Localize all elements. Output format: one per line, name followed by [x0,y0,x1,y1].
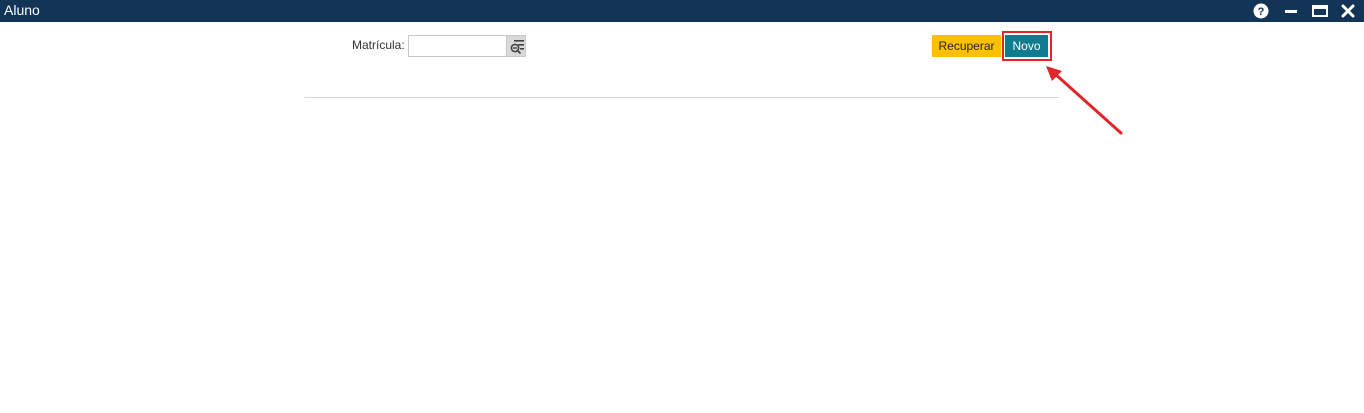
search-list-icon [510,40,524,54]
title-bar: Aluno ? [0,0,1364,22]
help-icon-glyph: ? [1258,6,1265,18]
window-title: Aluno [4,2,40,18]
novo-button[interactable]: Novo [1005,35,1048,57]
section-divider [305,97,1059,98]
aluno-window: Aluno ? Matrícula: Recuperar Novo [0,0,1364,413]
lookup-button[interactable] [506,35,526,57]
maximize-icon[interactable] [1311,3,1329,19]
help-icon[interactable]: ? [1253,3,1269,19]
matricula-input[interactable] [408,35,507,57]
minimize-icon[interactable] [1283,3,1299,19]
annotation-arrow [1046,66,1123,135]
close-icon[interactable] [1340,3,1356,19]
recuperar-button[interactable]: Recuperar [932,35,1001,57]
matricula-label: Matrícula: [352,38,405,52]
